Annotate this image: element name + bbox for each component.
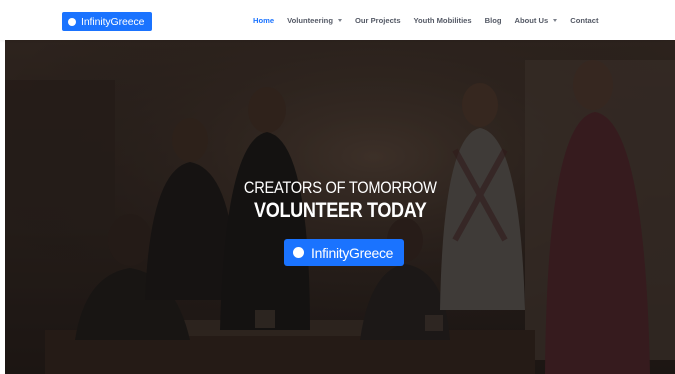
- hero-section: CREATORS OF TOMORROW VOLUNTEER TODAY Inf…: [5, 40, 675, 374]
- hero-content: CREATORS OF TOMORROW VOLUNTEER TODAY Inf…: [5, 40, 675, 374]
- hero-headline: VOLUNTEER TODAY: [254, 199, 427, 222]
- nav-our-projects[interactable]: Our Projects: [355, 16, 401, 25]
- nav-youth-mobilities[interactable]: Youth Mobilities: [414, 16, 472, 25]
- nav-youth-mobilities-label: Youth Mobilities: [413, 15, 472, 25]
- logo-dot-icon: [68, 17, 76, 26]
- nav-about-us[interactable]: About Us: [515, 16, 558, 25]
- nav-volunteering[interactable]: Volunteering: [287, 16, 342, 25]
- logo-text: InfinityGreece: [81, 15, 145, 28]
- site-logo[interactable]: InfinityGreece: [62, 12, 153, 31]
- nav-our-projects-label: Our Projects: [354, 15, 401, 25]
- caret-down-icon: [337, 18, 342, 22]
- nav-blog-label: Blog: [484, 15, 502, 25]
- nav-home[interactable]: Home: [253, 16, 274, 25]
- logo-dot-icon: [293, 247, 304, 258]
- hero-logo-button[interactable]: InfinityGreece: [284, 239, 404, 266]
- nav-volunteering-label: Volunteering: [287, 15, 333, 25]
- hero-tagline: CREATORS OF TOMORROW: [243, 178, 437, 197]
- nav-contact-label: Contact: [570, 15, 599, 25]
- nav-about-us-label: About Us: [514, 15, 549, 25]
- hero-logo-text: InfinityGreece: [311, 244, 394, 261]
- page: InfinityGreece Home Volunteering Our Pro…: [0, 0, 675, 374]
- nav-home-label: Home: [253, 15, 275, 25]
- nav-blog[interactable]: Blog: [485, 16, 502, 25]
- main-nav: Home Volunteering Our Projects Youth Mob…: [253, 0, 612, 40]
- nav-contact[interactable]: Contact: [570, 16, 598, 25]
- site-header: InfinityGreece Home Volunteering Our Pro…: [0, 0, 675, 40]
- caret-down-icon: [553, 18, 558, 22]
